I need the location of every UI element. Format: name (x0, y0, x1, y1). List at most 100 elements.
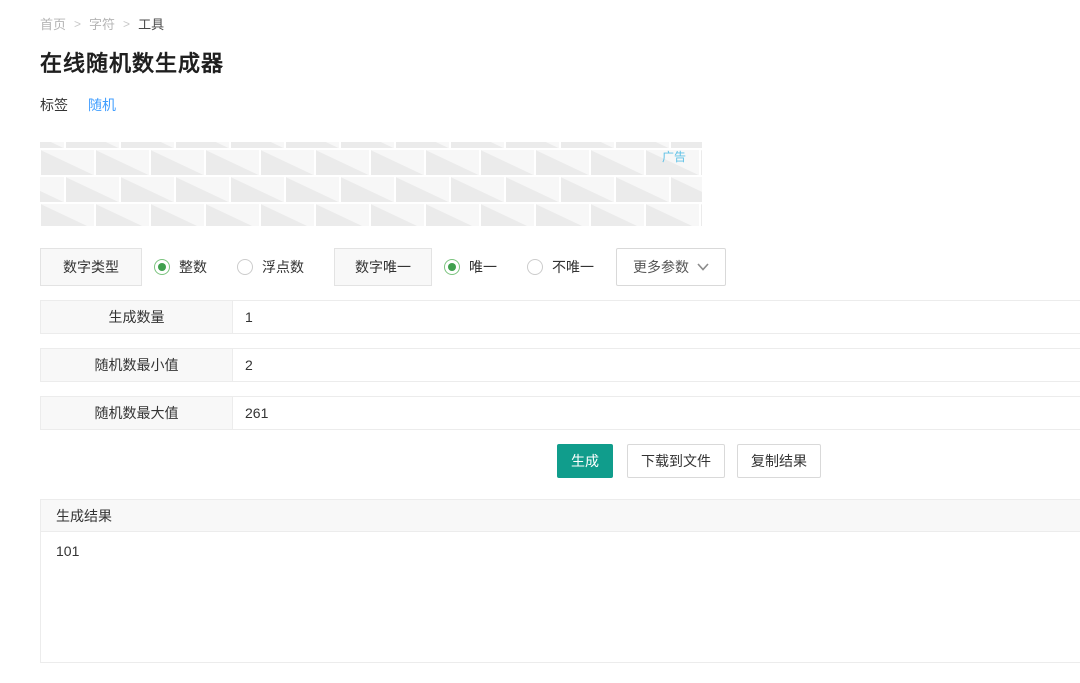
actions-row: 生成 下载到文件 复制结果 (557, 444, 1080, 478)
ad-brick (121, 142, 174, 148)
ad-brick (286, 142, 339, 148)
ad-brick (286, 177, 339, 202)
ad-brick (426, 204, 479, 226)
radio-float[interactable]: 浮点数 (237, 257, 304, 277)
controls-row: 数字类型 整数 浮点数 数字唯一 唯一 不唯一 更多参数 (40, 248, 1080, 286)
ad-brick (561, 177, 614, 202)
ad-brick (646, 204, 699, 226)
page-title: 在线随机数生成器 (40, 46, 1080, 78)
ad-brick (506, 142, 559, 148)
main-content: 首页 > 字符 > 工具 在线随机数生成器 标签 随机 广告 数字类型 整数 浮… (0, 0, 1080, 663)
ad-brick (40, 177, 64, 202)
ad-brick-row (40, 176, 702, 203)
max-field-label: 随机数最大值 (41, 397, 233, 429)
ad-brick (451, 177, 504, 202)
ad-brick (176, 177, 229, 202)
ad-label: 广告 (662, 148, 686, 165)
ad-brick (261, 204, 314, 226)
ad-brick (701, 150, 702, 175)
ad-brick (426, 150, 479, 175)
download-button[interactable]: 下载到文件 (627, 444, 725, 478)
more-params-label: 更多参数 (633, 257, 689, 277)
min-field-label: 随机数最小值 (41, 349, 233, 381)
ad-brick (341, 177, 394, 202)
count-field-label: 生成数量 (41, 301, 233, 333)
ad-brick (341, 142, 394, 148)
breadcrumb-category[interactable]: 字符 (89, 14, 115, 33)
radio-unique-label: 唯一 (469, 257, 497, 277)
result-value[interactable]: 101 (41, 532, 1080, 662)
breadcrumb: 首页 > 字符 > 工具 (40, 0, 1080, 33)
ad-brick (701, 204, 702, 226)
ad-brick (396, 177, 449, 202)
ad-brick (671, 177, 702, 202)
radio-not-unique[interactable]: 不唯一 (527, 257, 594, 277)
ad-brick (41, 150, 94, 175)
ad-brick (121, 177, 174, 202)
ad-brick (591, 204, 644, 226)
ad-brick (316, 150, 369, 175)
number-type-label: 数字类型 (40, 248, 142, 286)
count-input[interactable]: 1 (233, 301, 1080, 333)
field-row-min: 随机数最小值 2 (40, 348, 1080, 382)
ad-brick (206, 204, 259, 226)
ad-brick (591, 150, 644, 175)
chevron-down-icon (697, 263, 709, 271)
ad-brick (151, 204, 204, 226)
ad-brick (616, 177, 669, 202)
ad-brick (96, 204, 149, 226)
ad-brick (481, 204, 534, 226)
ad-brick-row (40, 142, 702, 149)
ad-brick (40, 142, 64, 148)
ad-brick (66, 142, 119, 148)
breadcrumb-home[interactable]: 首页 (40, 14, 66, 33)
breadcrumb-current: 工具 (138, 14, 164, 33)
ad-brick (481, 150, 534, 175)
radio-integer-label: 整数 (179, 257, 207, 277)
ad-brick (96, 150, 149, 175)
breadcrumb-separator: > (123, 17, 130, 31)
ad-brick-row (40, 203, 702, 226)
ad-brick (536, 204, 589, 226)
ad-brick (451, 142, 504, 148)
tags-label: 标签 (40, 95, 68, 115)
ad-brick (316, 204, 369, 226)
breadcrumb-separator: > (74, 17, 81, 31)
ad-brick (396, 142, 449, 148)
ad-banner[interactable]: 广告 (40, 142, 702, 226)
min-input[interactable]: 2 (233, 349, 1080, 381)
field-row-max: 随机数最大值 261 (40, 396, 1080, 430)
ad-brick (41, 204, 94, 226)
radio-unselected-icon[interactable] (237, 259, 253, 275)
more-params-button[interactable]: 更多参数 (616, 248, 726, 286)
ad-brick (371, 204, 424, 226)
ad-brick (231, 177, 284, 202)
tag-random-link[interactable]: 随机 (88, 95, 116, 115)
ad-brick (371, 150, 424, 175)
ad-brick-pattern (40, 142, 702, 226)
ad-brick (506, 177, 559, 202)
ad-brick-row (40, 149, 702, 176)
radio-not-unique-label: 不唯一 (552, 257, 594, 277)
ad-brick (151, 150, 204, 175)
field-row-count: 生成数量 1 (40, 300, 1080, 334)
copy-result-button[interactable]: 复制结果 (737, 444, 821, 478)
uniqueness-label: 数字唯一 (334, 248, 432, 286)
max-input[interactable]: 261 (233, 397, 1080, 429)
radio-selected-icon[interactable] (444, 259, 460, 275)
result-header: 生成结果 (41, 500, 1080, 532)
ad-brick (261, 150, 314, 175)
ad-brick (66, 177, 119, 202)
ad-brick (561, 142, 614, 148)
generate-button[interactable]: 生成 (557, 444, 613, 478)
ad-brick (231, 142, 284, 148)
radio-selected-icon[interactable] (154, 259, 170, 275)
result-box: 生成结果 101 (40, 499, 1080, 663)
ad-brick (176, 142, 229, 148)
radio-unique[interactable]: 唯一 (444, 257, 497, 277)
tags-row: 标签 随机 (40, 95, 1080, 115)
radio-unselected-icon[interactable] (527, 259, 543, 275)
radio-float-label: 浮点数 (262, 257, 304, 277)
ad-brick (536, 150, 589, 175)
radio-integer[interactable]: 整数 (154, 257, 207, 277)
